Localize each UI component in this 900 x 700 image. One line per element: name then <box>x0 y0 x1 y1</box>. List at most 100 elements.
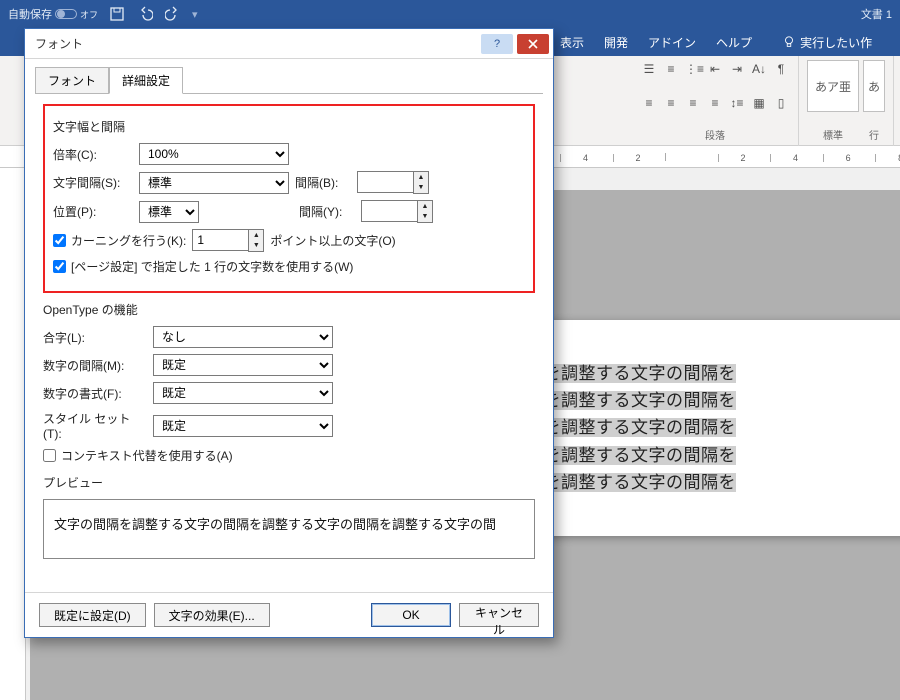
dialog-tabs: フォント 詳細設定 <box>25 59 553 94</box>
position-select[interactable]: 標準 <box>139 201 199 223</box>
style-normal[interactable]: あア亜 <box>807 60 859 112</box>
spacing-select[interactable]: 標準 <box>139 172 289 194</box>
preview-label: プレビュー <box>43 474 535 491</box>
ctxalt-check-input[interactable] <box>43 449 56 462</box>
show-marks-icon[interactable]: ¶ <box>772 60 790 78</box>
spacing-by-input[interactable] <box>357 171 413 193</box>
undo-icon[interactable] <box>136 5 154 23</box>
shading-icon[interactable]: ▦ <box>750 94 768 112</box>
spacing-by-spinner[interactable]: ▲▼ <box>357 171 429 194</box>
ruler-tick: 8 <box>875 154 900 162</box>
ruler-tick: 2 <box>613 154 663 162</box>
lightbulb-icon <box>782 35 796 49</box>
kerning-suffix: ポイント以上の文字(O) <box>270 232 395 249</box>
save-icon[interactable] <box>108 5 126 23</box>
ligatures-select[interactable]: なし <box>153 326 333 348</box>
scale-select[interactable]: 100% <box>139 143 289 165</box>
autosave-toggle[interactable]: 自動保存 オフ <box>8 6 98 22</box>
font-dialog: フォント ? フォント 詳細設定 文字幅と間隔 倍率(C): 100% 文字間隔… <box>24 28 554 638</box>
ok-button[interactable]: OK <box>371 603 451 627</box>
tab-advanced[interactable]: 詳細設定 <box>109 67 183 94</box>
autosave-label: 自動保存 <box>8 6 52 22</box>
sort-icon[interactable]: A↓ <box>750 60 768 78</box>
text-effects-button[interactable]: 文字の効果(E)... <box>154 603 270 627</box>
style-sample-text: あア亜 <box>815 78 851 95</box>
align-left-icon[interactable]: ≡ <box>640 94 658 112</box>
style-more-text: あ <box>868 78 880 95</box>
spin-down-icon[interactable]: ▼ <box>249 241 263 252</box>
multilevel-icon[interactable]: ⋮≡ <box>684 60 702 78</box>
numspacing-label: 数字の間隔(M): <box>43 357 147 374</box>
tellme-label: 実行したい作 <box>800 34 872 51</box>
position-label: 位置(P): <box>53 203 133 220</box>
kerning-label: カーニングを行う(K): <box>71 232 186 249</box>
align-right-icon[interactable]: ≡ <box>684 94 702 112</box>
spacing-section-highlight: 文字幅と間隔 倍率(C): 100% 文字間隔(S): 標準 間隔(B): ▲▼ <box>43 104 535 293</box>
preview-box: 文字の間隔を調整する文字の間隔を調整する文字の間隔を調整する文字の間 <box>43 499 535 559</box>
ruler-tick: 2 <box>718 154 768 162</box>
tab-addin[interactable]: アドイン <box>648 34 696 51</box>
spacing-by-label: 間隔(B): <box>295 174 351 191</box>
kerning-input[interactable] <box>192 229 248 251</box>
usepg-checkbox[interactable]: [ページ設定] で指定した 1 行の文字数を使用する(W) <box>53 258 353 275</box>
kerning-checkbox[interactable]: カーニングを行う(K): <box>53 232 186 249</box>
kerning-check-input[interactable] <box>53 234 66 247</box>
dialog-titlebar[interactable]: フォント ? <box>25 29 553 59</box>
redo-icon[interactable] <box>164 5 182 23</box>
ctxalt-checkbox[interactable]: コンテキスト代替を使用する(A) <box>43 447 233 464</box>
spin-down-icon[interactable]: ▼ <box>418 212 432 223</box>
spin-up-icon[interactable]: ▲ <box>418 201 432 212</box>
line-spacing-icon[interactable]: ↕≡ <box>728 94 746 112</box>
position-by-label: 間隔(Y): <box>299 203 355 220</box>
styleset-label: スタイル セット(T): <box>43 410 147 441</box>
styles-group: あア亜 あ 標準 行 <box>799 56 894 146</box>
paragraph-group: ☰ ≡ ⋮≡ ⇤ ⇥ A↓ ¶ ≡ ≡ ≡ ≡ ↕≡ ▦ ▯ 段落 <box>632 56 799 146</box>
style-more-label: 行 <box>863 127 885 142</box>
borders-icon[interactable]: ▯ <box>772 94 790 112</box>
app-titlebar: 自動保存 オフ ▾ 文書 1 <box>0 0 900 28</box>
usepg-check-input[interactable] <box>53 260 66 273</box>
bullets-icon[interactable]: ☰ <box>640 60 658 78</box>
numforms-select[interactable]: 既定 <box>153 382 333 404</box>
paragraph-label: 段落 <box>640 127 790 142</box>
opentype-section-title: OpenType の機能 <box>43 301 535 318</box>
autosave-state: オフ <box>80 8 98 21</box>
kerning-spinner[interactable]: ▲▼ <box>192 229 264 252</box>
ctxalt-label: コンテキスト代替を使用する(A) <box>61 447 233 464</box>
tab-view[interactable]: 表示 <box>560 34 584 51</box>
numforms-label: 数字の書式(F): <box>43 385 147 402</box>
position-by-spinner[interactable]: ▲▼ <box>361 200 433 223</box>
help-button[interactable]: ? <box>481 34 513 54</box>
styleset-select[interactable]: 既定 <box>153 415 333 437</box>
ruler-tick <box>665 153 715 161</box>
tab-dev[interactable]: 開発 <box>604 34 628 51</box>
cancel-button[interactable]: キャンセル <box>459 603 539 627</box>
spin-up-icon[interactable]: ▲ <box>414 172 428 183</box>
indent-dec-icon[interactable]: ⇤ <box>706 60 724 78</box>
ruler-tick: 4 <box>770 154 820 162</box>
position-by-input[interactable] <box>361 200 417 222</box>
style-more[interactable]: あ <box>863 60 885 112</box>
dialog-footer: 既定に設定(D) 文字の効果(E)... OK キャンセル <box>25 592 553 637</box>
dialog-title: フォント <box>35 35 83 52</box>
justify-icon[interactable]: ≡ <box>706 94 724 112</box>
ligatures-label: 合字(L): <box>43 329 147 346</box>
preview-text: 文字の間隔を調整する文字の間隔を調整する文字の間隔を調整する文字の間 <box>54 517 496 532</box>
tellme[interactable]: 実行したい作 <box>782 34 872 51</box>
qat-dropdown-icon[interactable]: ▾ <box>192 8 198 21</box>
close-button[interactable] <box>517 34 549 54</box>
vertical-ruler[interactable] <box>0 168 26 700</box>
style-name: 標準 <box>807 127 859 142</box>
tab-help[interactable]: ヘルプ <box>716 34 752 51</box>
scale-label: 倍率(C): <box>53 146 133 163</box>
numspacing-select[interactable]: 既定 <box>153 354 333 376</box>
tab-font[interactable]: フォント <box>35 67 109 94</box>
spin-down-icon[interactable]: ▼ <box>414 183 428 194</box>
spin-up-icon[interactable]: ▲ <box>249 230 263 241</box>
set-default-button[interactable]: 既定に設定(D) <box>39 603 146 627</box>
align-center-icon[interactable]: ≡ <box>662 94 680 112</box>
numbering-icon[interactable]: ≡ <box>662 60 680 78</box>
indent-inc-icon[interactable]: ⇥ <box>728 60 746 78</box>
spacing-section-title: 文字幅と間隔 <box>53 118 525 135</box>
document-title: 文書 1 <box>861 6 892 22</box>
